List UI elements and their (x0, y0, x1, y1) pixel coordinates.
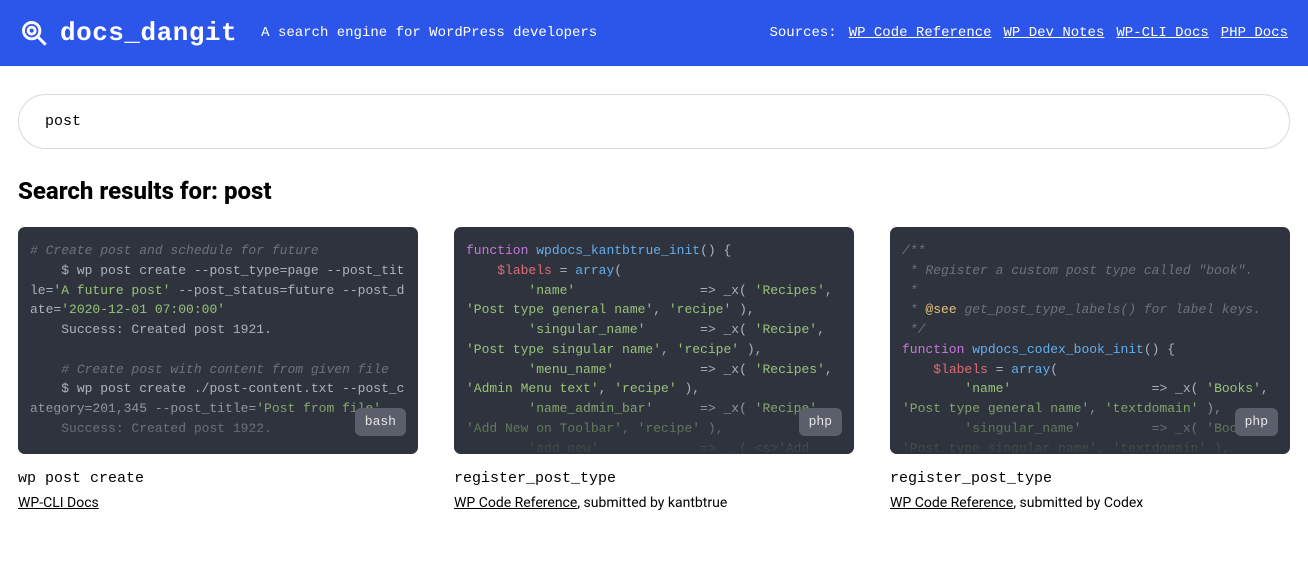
source-link-wp-dev-notes[interactable]: WP Dev Notes (1004, 25, 1105, 41)
logo-text: docs_dangit (60, 18, 237, 48)
result-title: wp post create (18, 470, 418, 487)
result-meta: WP-CLI Docs (18, 495, 418, 511)
result-title: register_post_type (454, 470, 854, 487)
search-input[interactable] (18, 94, 1290, 149)
result-meta: WP Code Reference, submitted by kantbtru… (454, 495, 854, 511)
code-content: function wpdocs_kantbtrue_init() { $labe… (466, 241, 842, 454)
tagline: A search engine for WordPress developers (261, 25, 597, 41)
code-snippet[interactable]: # Create post and schedule for future $ … (18, 227, 418, 454)
site-header: docs_dangit A search engine for WordPres… (0, 0, 1308, 66)
result-source-link[interactable]: WP-CLI Docs (18, 495, 99, 511)
sources-label: Sources: (769, 25, 836, 41)
language-badge: php (1235, 408, 1278, 436)
result-title: register_post_type (890, 470, 1290, 487)
result-meta: WP Code Reference, submitted by Codex (890, 495, 1290, 511)
source-link-wp-code-reference[interactable]: WP Code Reference (849, 25, 992, 41)
result-card: /** * Register a custom post type called… (890, 227, 1290, 511)
search-icon (20, 19, 48, 47)
results-grid: # Create post and schedule for future $ … (18, 227, 1290, 511)
language-badge: php (799, 408, 842, 436)
sources-nav: Sources: WP Code Reference WP Dev Notes … (769, 25, 1288, 41)
code-content: /** * Register a custom post type called… (902, 241, 1278, 454)
logo[interactable]: docs_dangit (20, 18, 237, 48)
source-link-php-docs[interactable]: PHP Docs (1221, 25, 1288, 41)
result-source-link[interactable]: WP Code Reference (890, 495, 1013, 511)
code-snippet[interactable]: function wpdocs_kantbtrue_init() { $labe… (454, 227, 854, 454)
language-badge: bash (355, 408, 406, 436)
result-card: function wpdocs_kantbtrue_init() { $labe… (454, 227, 854, 511)
code-snippet[interactable]: /** * Register a custom post type called… (890, 227, 1290, 454)
submitted-by: , submitted by kantbtrue (577, 495, 727, 511)
submitted-by: , submitted by Codex (1013, 495, 1143, 511)
result-source-link[interactable]: WP Code Reference (454, 495, 577, 511)
results-heading: Search results for: post (18, 177, 1290, 205)
result-card: # Create post and schedule for future $ … (18, 227, 418, 511)
main-content: Search results for: post # Create post a… (0, 66, 1308, 539)
source-link-wp-cli-docs[interactable]: WP-CLI Docs (1116, 25, 1208, 41)
code-content: # Create post and schedule for future $ … (30, 241, 406, 439)
